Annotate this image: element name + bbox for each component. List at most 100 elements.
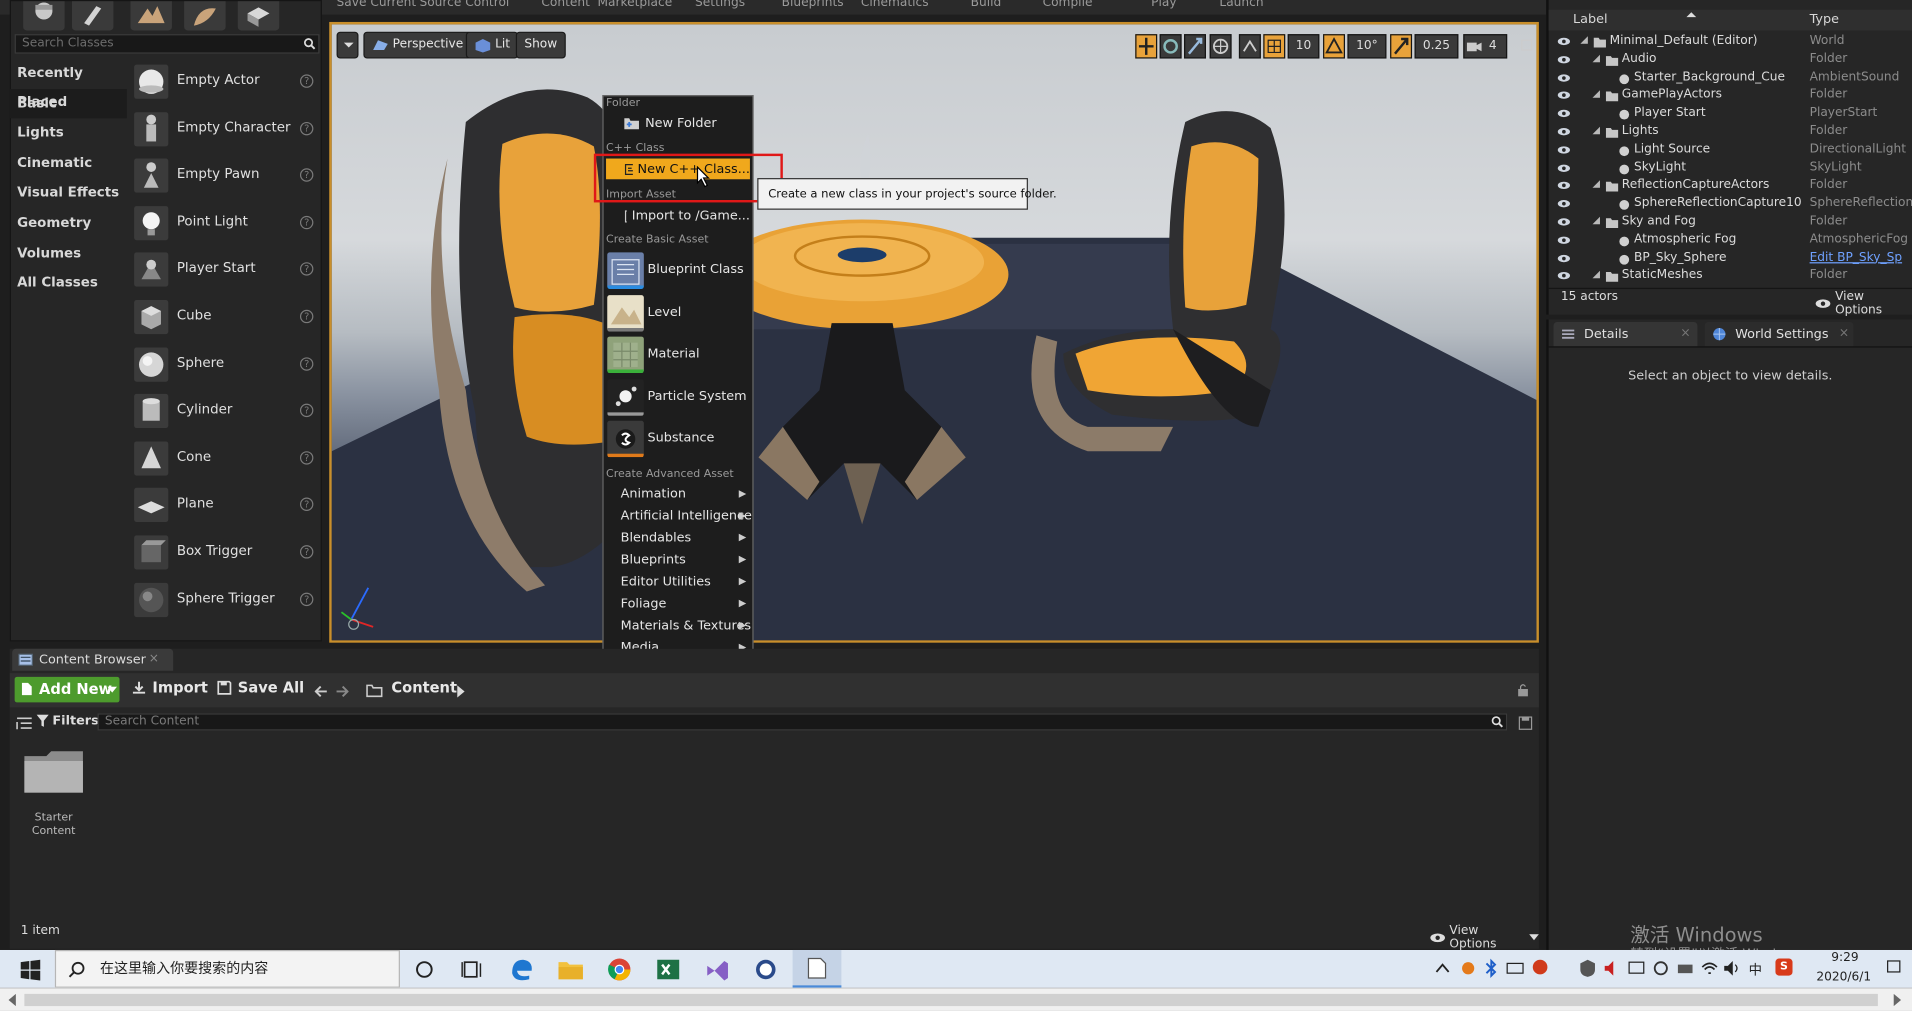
foliage-mode-tab[interactable] [184, 1, 226, 31]
submenu-blendables[interactable]: Blendables ▶ [604, 527, 750, 549]
place-item-empty-pawn[interactable]: Empty Pawn? [129, 153, 322, 200]
landscape-mode-tab[interactable] [130, 1, 172, 31]
submenu-animation[interactable]: Animation ▶ [604, 483, 750, 505]
visibility-eye-icon[interactable] [1557, 217, 1570, 227]
column-label[interactable]: Label [1573, 12, 1608, 27]
scale-tool[interactable] [1184, 34, 1206, 59]
forward-arrow-icon[interactable] [334, 684, 349, 699]
place-item-cylinder[interactable]: Cylinder? [129, 388, 322, 435]
help-icon[interactable]: ? [299, 309, 314, 324]
save-search-icon[interactable] [1518, 716, 1533, 731]
category-recently-placed[interactable]: Recently Placed [10, 59, 127, 110]
visibility-eye-icon[interactable] [1557, 91, 1570, 101]
visibility-eye-icon[interactable] [1557, 253, 1570, 263]
grid-snap-value[interactable]: 10 [1287, 34, 1320, 59]
task-view-icon[interactable] [458, 956, 487, 983]
expand-arrow-icon[interactable]: ◢ [1593, 52, 1601, 63]
outliner-row[interactable]: Atmospheric Fog AtmosphericFog [1549, 231, 1912, 249]
rotate-tool[interactable] [1159, 34, 1182, 59]
paint-mode-tab[interactable] [71, 1, 114, 31]
ime-app-icon[interactable]: S [1775, 958, 1793, 976]
unreal-launcher-icon[interactable] [751, 956, 780, 983]
place-item-sphere[interactable]: Sphere? [129, 341, 322, 388]
close-details-icon[interactable]: × [1680, 322, 1690, 346]
speaker-icon[interactable] [1602, 959, 1622, 979]
excel-icon[interactable] [654, 956, 683, 983]
category-all-classes[interactable]: All Classes [10, 268, 127, 298]
toolbar-item-blueprints[interactable]: Blueprints [782, 0, 844, 10]
create-material-item[interactable]: Material [604, 334, 750, 375]
search-content-input[interactable]: Search Content [97, 713, 1508, 731]
outliner-row[interactable]: ◢ ReflectionCaptureActors Folder [1549, 177, 1912, 195]
lock-icon[interactable] [1517, 683, 1529, 698]
outliner-view-options[interactable]: View Options [1814, 290, 1912, 317]
category-cinematic[interactable]: Cinematic [10, 149, 127, 179]
outliner-row[interactable]: Light Source DirectionalLight [1549, 141, 1912, 159]
place-item-sphere-trigger[interactable]: Sphere Trigger? [129, 576, 322, 623]
grid-snap-toggle[interactable] [1263, 34, 1286, 59]
clock-date[interactable]: 2020/6/1 [1805, 971, 1883, 984]
tab-content-browser[interactable]: Content Browser × [12, 648, 174, 671]
toolbar-item-launch[interactable]: Launch [1219, 0, 1263, 10]
import-item[interactable]: Import to /Game... [604, 205, 750, 227]
wifi-icon[interactable] [1700, 959, 1720, 979]
create-level-item[interactable]: Level [604, 292, 750, 333]
volume-icon[interactable] [1722, 959, 1742, 979]
submenu-editor-utilities[interactable]: Editor Utilities ▶ [604, 571, 750, 593]
rotation-snap-value[interactable]: 10° [1347, 34, 1387, 59]
tray-app-icon[interactable] [1458, 959, 1478, 979]
bluetooth-icon[interactable] [1483, 958, 1500, 979]
expand-arrow-icon[interactable]: ◢ [1593, 124, 1601, 135]
lit-button[interactable]: Lit [465, 31, 519, 59]
tab-world-settings[interactable]: World Settings × [1704, 321, 1854, 347]
submenu-foliage[interactable]: Foliage ▶ [604, 593, 750, 615]
outliner-row[interactable]: ◢ GamePlayActors Folder [1549, 87, 1912, 105]
camera-speed[interactable]: 4 [1463, 34, 1508, 59]
sources-panel-icon[interactable] [16, 716, 33, 731]
category-geometry[interactable]: Geometry [10, 208, 127, 238]
search-classes-input[interactable]: Search Classes [14, 34, 320, 54]
folder-starter-content[interactable]: Starter Content [15, 744, 95, 842]
close-world-settings-icon[interactable]: × [1839, 322, 1849, 346]
ime-indicator[interactable]: 中 [1749, 960, 1762, 980]
shield-icon[interactable] [1578, 959, 1598, 979]
scale-snap-toggle[interactable] [1390, 34, 1413, 59]
outliner-row[interactable]: ◢ Sky and Fog Folder [1549, 213, 1912, 231]
help-icon[interactable]: ? [299, 497, 314, 512]
help-icon[interactable]: ? [299, 545, 314, 559]
scroll-right-icon[interactable] [1893, 993, 1903, 1007]
expand-arrow-icon[interactable]: ◢ [1593, 179, 1601, 190]
back-arrow-icon[interactable] [314, 684, 330, 699]
category-volumes[interactable]: Volumes [10, 238, 127, 268]
toolbar-item-content[interactable]: Content [541, 0, 590, 10]
column-type[interactable]: Type [1810, 12, 1839, 27]
toolbar-item-cinematics[interactable]: Cinematics [861, 0, 929, 10]
submenu-materials-textures[interactable]: Materials & Textures ▶ [604, 615, 751, 637]
place-item-empty-character[interactable]: Empty Character? [129, 106, 322, 153]
show-button[interactable]: Show [515, 31, 566, 59]
expand-arrow-icon[interactable]: ◢ [1593, 215, 1601, 226]
outliner-row[interactable]: ◢ Lights Folder [1549, 123, 1912, 141]
submenu-blueprints[interactable]: Blueprints ▶ [604, 549, 750, 571]
create-blueprint-class-item[interactable]: Blueprint Class [604, 250, 750, 291]
create-particle-system-item[interactable]: Particle System [604, 376, 750, 417]
scroll-left-icon[interactable] [7, 993, 17, 1007]
taskbar-search-input[interactable]: 在这里输入你要搜索的内容 [54, 949, 400, 988]
scale-snap-value[interactable]: 0.25 [1414, 34, 1459, 59]
place-item-point-light[interactable]: Point Light? [129, 200, 322, 247]
maximize-viewport-button[interactable] [1519, 34, 1534, 58]
chrome-icon[interactable] [605, 956, 634, 983]
visibility-eye-icon[interactable] [1557, 145, 1570, 155]
outliner-row[interactable]: ◢ Minimal_Default (Editor) World [1549, 33, 1912, 51]
chevron-up-icon[interactable] [1434, 961, 1451, 976]
close-content-browser-icon[interactable]: × [149, 649, 159, 671]
new-folder-item[interactable]: New Folder [604, 112, 750, 134]
clock-time[interactable]: 9:29 [1814, 951, 1875, 964]
perspective-button[interactable]: Perspective [363, 31, 472, 59]
rotation-snap-toggle[interactable] [1323, 34, 1345, 59]
visual-studio-icon[interactable] [702, 956, 731, 983]
viewport-options-button[interactable] [336, 31, 359, 59]
help-icon[interactable]: ? [299, 403, 314, 418]
visibility-eye-icon[interactable] [1557, 181, 1570, 191]
scrollbar-thumb[interactable] [24, 993, 1878, 1007]
